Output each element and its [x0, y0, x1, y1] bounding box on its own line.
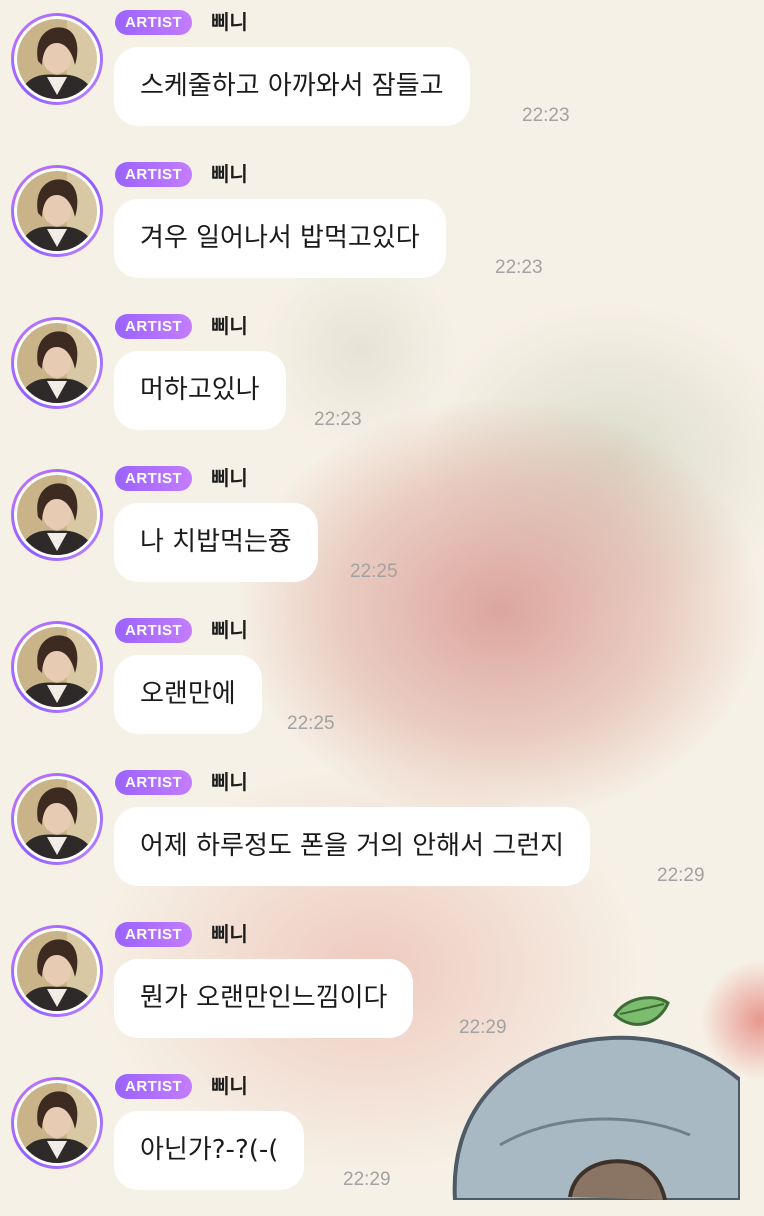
- avatar-ring: [14, 1080, 100, 1166]
- artist-badge: ARTIST: [115, 922, 193, 947]
- avatar[interactable]: [11, 1077, 103, 1169]
- message-row: ARTIST 삐니 뭔가 오랜만인느낌이다 22:29: [0, 912, 764, 1064]
- message-row: ARTIST 삐니 스케줄하고 아까와서 잠들고 22:23: [0, 0, 764, 152]
- message-bubble[interactable]: 스케줄하고 아까와서 잠들고: [114, 47, 470, 126]
- artist-badge: ARTIST: [115, 314, 193, 339]
- avatar-ring: [14, 928, 100, 1014]
- avatar[interactable]: [11, 317, 103, 409]
- sender-name: 삐니: [211, 466, 248, 490]
- artist-badge: ARTIST: [115, 770, 193, 795]
- message-row: ARTIST 삐니 겨우 일어나서 밥먹고있다 22:23: [0, 152, 764, 304]
- artist-badge: ARTIST: [115, 162, 193, 187]
- artist-badge: ARTIST: [115, 1074, 193, 1099]
- avatar-ring: [14, 776, 100, 862]
- avatar[interactable]: [11, 13, 103, 105]
- chat-feed[interactable]: ARTIST 삐니 스케줄하고 아까와서 잠들고 22:23 ARTIST 삐니…: [0, 0, 764, 1200]
- message-row: ARTIST 삐니 오랜만에 22:25: [0, 608, 764, 760]
- message-row: ARTIST 삐니 어제 하루정도 폰을 거의 안해서 그런지 22:29: [0, 760, 764, 912]
- avatar-ring: [14, 16, 100, 102]
- avatar-ring: [14, 472, 100, 558]
- message-row: ARTIST 삐니 머하고있나 22:23: [0, 304, 764, 456]
- avatar-photo-icon: [17, 171, 97, 251]
- message-bubble[interactable]: 아닌가?-?(-(: [114, 1111, 305, 1190]
- message-time: 22:29: [459, 1017, 507, 1038]
- avatar[interactable]: [11, 925, 103, 1017]
- message-row: ARTIST 삐니 아닌가?-?(-( 22:29: [0, 1064, 764, 1216]
- message-bubble[interactable]: 뭔가 오랜만인느낌이다: [114, 959, 414, 1038]
- avatar-photo-icon: [17, 323, 97, 403]
- message-time: 22:25: [350, 561, 398, 582]
- avatar-photo-icon: [17, 627, 97, 707]
- message-bubble[interactable]: 머하고있나: [114, 351, 286, 430]
- avatar-photo-icon: [17, 475, 97, 555]
- sender-name: 삐니: [211, 10, 248, 34]
- avatar[interactable]: [11, 165, 103, 257]
- message-bubble[interactable]: 겨우 일어나서 밥먹고있다: [114, 199, 446, 278]
- avatar[interactable]: [11, 469, 103, 561]
- sender-name: 삐니: [211, 618, 248, 642]
- sender-name: 삐니: [211, 770, 248, 794]
- message-time: 22:29: [343, 1169, 391, 1190]
- artist-badge: ARTIST: [115, 466, 193, 491]
- sender-name: 삐니: [211, 922, 248, 946]
- avatar-photo-icon: [17, 1083, 97, 1163]
- sender-name: 삐니: [211, 162, 248, 186]
- avatar-photo-icon: [17, 779, 97, 859]
- message-time: 22:23: [495, 257, 543, 278]
- message-bubble[interactable]: 오랜만에: [114, 655, 262, 734]
- avatar-ring: [14, 624, 100, 710]
- avatar[interactable]: [11, 773, 103, 865]
- message-bubble[interactable]: 나 치밥먹는즁: [114, 503, 318, 582]
- message-time: 22:23: [314, 409, 362, 430]
- artist-badge: ARTIST: [115, 618, 193, 643]
- avatar-photo-icon: [17, 931, 97, 1011]
- avatar-photo-icon: [17, 19, 97, 99]
- message-time: 22:23: [522, 105, 570, 126]
- avatar[interactable]: [11, 621, 103, 713]
- message-row: ARTIST 삐니 나 치밥먹는즁 22:25: [0, 456, 764, 608]
- message-bubble[interactable]: 어제 하루정도 폰을 거의 안해서 그런지: [114, 807, 591, 886]
- avatar-ring: [14, 320, 100, 406]
- avatar-ring: [14, 168, 100, 254]
- sender-name: 삐니: [211, 314, 248, 338]
- sender-name: 삐니: [211, 1074, 248, 1098]
- message-time: 22:29: [657, 865, 705, 886]
- artist-badge: ARTIST: [115, 10, 193, 35]
- message-time: 22:25: [287, 713, 335, 734]
